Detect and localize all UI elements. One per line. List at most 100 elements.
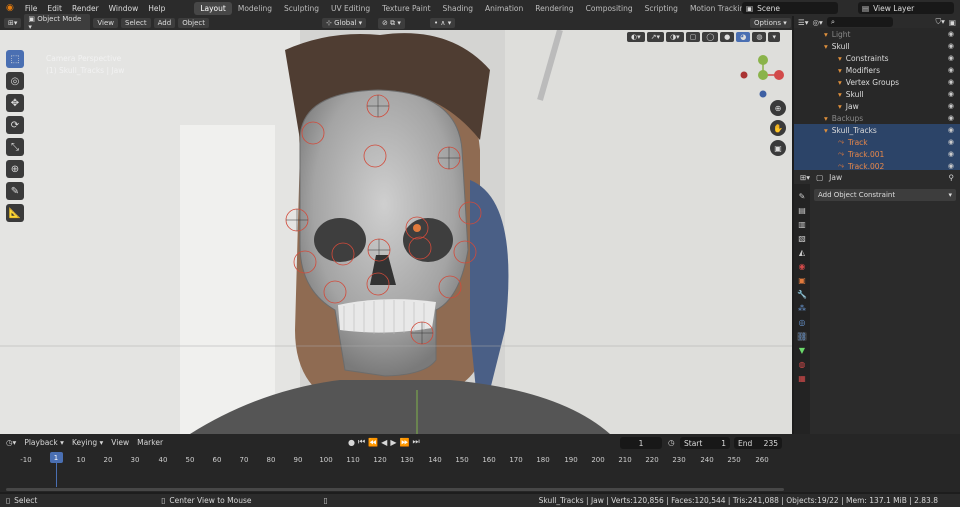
- solid-shading-button[interactable]: ●: [720, 32, 735, 42]
- rendered-shading-button[interactable]: ◍: [752, 32, 767, 42]
- hand-pan-icon[interactable]: ✋: [770, 120, 786, 136]
- timeline-scrollbar[interactable]: [6, 488, 784, 491]
- move-tool[interactable]: ✥: [6, 94, 24, 112]
- transform-tool[interactable]: ⊕: [6, 160, 24, 178]
- tab-shading[interactable]: Shading: [437, 2, 479, 15]
- menu-edit[interactable]: Edit: [42, 4, 67, 13]
- outliner-search-input[interactable]: ⌕: [826, 17, 893, 27]
- wireframe-shading-button[interactable]: ◯: [702, 32, 719, 42]
- eye-icon[interactable]: ◉: [948, 138, 954, 146]
- annotate-tool[interactable]: ✎: [6, 182, 24, 200]
- world-tab-icon[interactable]: ◉: [799, 262, 806, 271]
- particles-tab-icon[interactable]: ⁂: [798, 304, 806, 313]
- eye-icon[interactable]: ◉: [948, 114, 954, 122]
- menu-window[interactable]: Window: [104, 4, 144, 13]
- measure-tool[interactable]: 📐: [6, 204, 24, 222]
- tab-uv-editing[interactable]: UV Editing: [325, 2, 376, 15]
- outliner-editor-icon[interactable]: ☰▾: [798, 18, 809, 27]
- shading-controls: ◐▾ ↗▾ ◑▾ ▢ ◯ ● ◕ ◍ ▾: [627, 32, 780, 42]
- outliner-row[interactable]: ▾ Vertex Groups ◉: [794, 76, 960, 88]
- pin-icon[interactable]: ⚲: [949, 173, 955, 182]
- visibility-button[interactable]: ◐▾: [627, 32, 645, 42]
- outliner-row[interactable]: ▾ Skull ◉: [794, 88, 960, 100]
- outliner-row[interactable]: ▾ Skull_Tracks ◉: [794, 124, 960, 136]
- outliner-row[interactable]: ▾ Modifiers ◉: [794, 64, 960, 76]
- properties-editor-icon[interactable]: ⊞▾: [800, 173, 810, 182]
- material-shading-button[interactable]: ◕: [736, 32, 751, 42]
- xray-button[interactable]: ▢: [685, 32, 701, 42]
- snap-button[interactable]: ⊘ ⧉ ▾: [378, 18, 405, 29]
- tab-animation[interactable]: Animation: [479, 2, 529, 15]
- navigation-gizmo[interactable]: [738, 52, 788, 102]
- editor-type-button[interactable]: ⊞▾: [4, 18, 22, 28]
- view-layer-name: View Layer: [873, 3, 915, 13]
- tab-sculpting[interactable]: Sculpting: [278, 2, 325, 15]
- outliner-row[interactable]: ▾ Backups ◉: [794, 112, 960, 124]
- menu-render[interactable]: Render: [67, 4, 104, 13]
- add-menu[interactable]: Add: [153, 18, 176, 28]
- eye-icon[interactable]: ◉: [948, 78, 954, 86]
- texture-tab-icon[interactable]: ▦: [798, 374, 806, 383]
- frame-tick-label: 220: [645, 456, 659, 464]
- shading-options-button[interactable]: ▾: [768, 32, 780, 42]
- data-tab-icon[interactable]: ▼: [799, 346, 805, 355]
- modifier-tab-icon[interactable]: 🔧: [797, 290, 807, 299]
- render-tab-icon[interactable]: ▤: [798, 206, 806, 215]
- menu-help[interactable]: Help: [143, 4, 170, 13]
- view-layer-tab-icon[interactable]: ▧: [798, 234, 806, 243]
- cursor-tool[interactable]: ◎: [6, 72, 24, 90]
- outliner-row[interactable]: ▾ Jaw ◉: [794, 100, 960, 112]
- scene-tab-icon[interactable]: ◭: [799, 248, 805, 257]
- eye-icon[interactable]: ◉: [948, 66, 954, 74]
- tab-scripting[interactable]: Scripting: [639, 2, 684, 15]
- object-tab-icon[interactable]: ▣: [798, 276, 806, 285]
- rotate-tool[interactable]: ⟳: [6, 116, 24, 134]
- 3d-viewport[interactable]: Camera Perspective (1) Skull_Tracks | Ja…: [0, 30, 792, 434]
- eye-icon[interactable]: ◉: [948, 54, 954, 62]
- eye-icon[interactable]: ◉: [948, 150, 954, 158]
- tab-texture-paint[interactable]: Texture Paint: [376, 2, 436, 15]
- filter-icon[interactable]: ⛉▾: [936, 17, 945, 27]
- tab-layout[interactable]: Layout: [194, 1, 232, 15]
- display-mode-icon[interactable]: ◎▾: [813, 18, 823, 27]
- tab-modeling[interactable]: Modeling: [232, 2, 278, 15]
- proportional-edit-button[interactable]: • ∧ ▾: [430, 18, 456, 28]
- constraints-tab-icon[interactable]: ⛓: [796, 332, 808, 341]
- outliner-row[interactable]: ⤳ Track ◉: [794, 136, 960, 148]
- new-collection-icon[interactable]: ▣: [949, 18, 956, 27]
- view-menu[interactable]: View: [93, 18, 119, 28]
- tab-rendering[interactable]: Rendering: [529, 2, 579, 15]
- physics-tab-icon[interactable]: ◎: [799, 318, 806, 327]
- select-box-tool[interactable]: ⬚: [6, 50, 24, 68]
- tab-compositing[interactable]: Compositing: [580, 2, 639, 15]
- eye-icon[interactable]: ◉: [948, 102, 954, 110]
- frame-ruler[interactable]: -10 1 10 20 30 40 50 60 70 80 90 100 110 120 130 140 150…: [0, 434, 792, 492]
- scene-selector[interactable]: ▣ Scene: [742, 2, 838, 14]
- outliner-item-icon: ⤳: [838, 137, 844, 146]
- eye-icon[interactable]: ◉: [948, 126, 954, 134]
- view-layer-selector[interactable]: ▤ View Layer: [858, 2, 954, 14]
- outliner-row[interactable]: ▾ Skull ◉: [794, 40, 960, 52]
- outliner-row[interactable]: ▾ Constraints ◉: [794, 52, 960, 64]
- select-menu[interactable]: Select: [121, 18, 151, 28]
- output-tab-icon[interactable]: ▥: [798, 220, 806, 229]
- options-dropdown[interactable]: Options ▾: [750, 18, 791, 28]
- orientation-dropdown[interactable]: ⊹ Global ▾: [322, 18, 367, 28]
- add-object-constraint-dropdown[interactable]: Add Object Constraint ▾: [814, 189, 956, 201]
- camera-view-icon[interactable]: ▣: [770, 140, 786, 156]
- eye-icon[interactable]: ◉: [948, 162, 954, 170]
- blender-logo-icon[interactable]: ◉: [6, 3, 14, 13]
- object-menu[interactable]: Object: [178, 18, 209, 28]
- outliner-row[interactable]: ▾ Light ◉: [794, 28, 960, 40]
- material-tab-icon[interactable]: ◍: [799, 360, 806, 369]
- tool-tab-icon[interactable]: ✎: [799, 192, 806, 201]
- scale-tool[interactable]: ⤡: [6, 138, 24, 156]
- menu-file[interactable]: File: [20, 4, 43, 13]
- outliner-row[interactable]: ⤳ Track.001 ◉: [794, 148, 960, 160]
- zoom-icon[interactable]: ⊕: [770, 100, 786, 116]
- gizmo-button[interactable]: ↗▾: [646, 32, 665, 42]
- overlays-button[interactable]: ◑▾: [666, 32, 684, 42]
- eye-icon[interactable]: ◉: [948, 42, 954, 50]
- eye-icon[interactable]: ◉: [948, 30, 954, 38]
- eye-icon[interactable]: ◉: [948, 90, 954, 98]
